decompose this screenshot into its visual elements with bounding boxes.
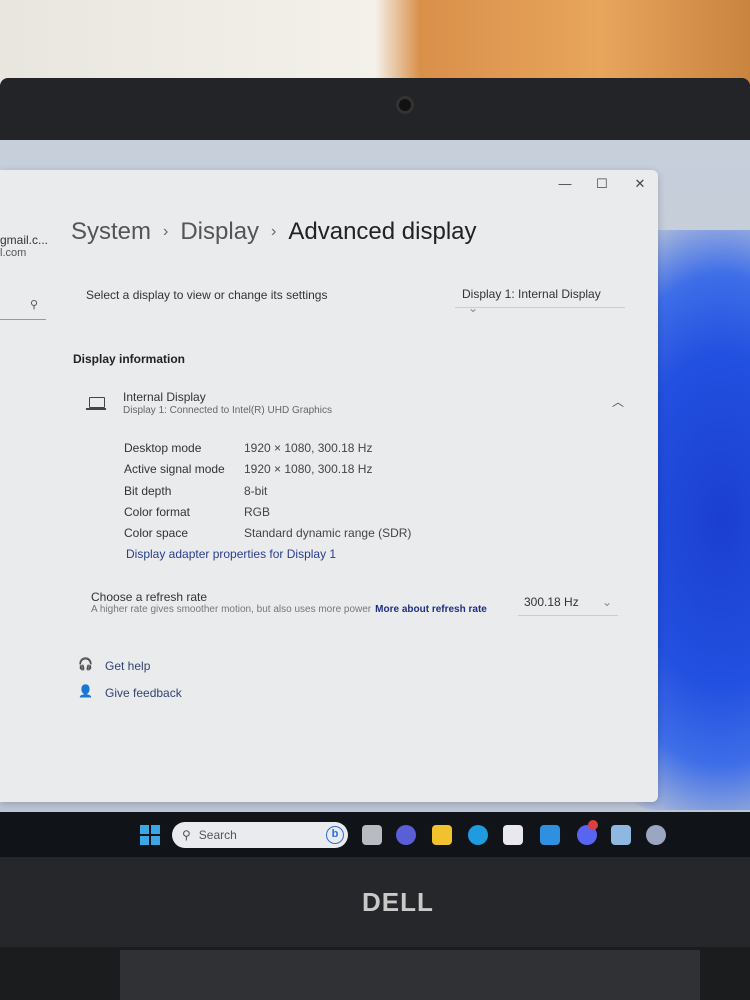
chevron-right-icon: › [271,223,277,240]
refresh-rate-description: A higher rate gives smoother motion, but… [91,604,372,615]
info-label: Color format [124,505,191,519]
display-name[interactable]: Internal Display [123,390,206,404]
adapter-properties-link[interactable]: Display adapter properties for Display 1 [126,547,336,561]
info-label: Desktop mode [124,441,202,455]
close-button[interactable]: ✕ [628,176,652,192]
laptop-base [120,950,700,1000]
give-feedback-link[interactable]: Give feedback [105,686,182,700]
info-value: 1920 × 1080, 300.18 Hz [244,441,373,455]
store-icon[interactable] [503,825,523,845]
settings-window [0,170,658,802]
background-photo [0,0,750,85]
info-label: Active signal mode [124,462,225,476]
info-value: 1920 × 1080, 300.18 Hz [244,462,373,476]
laptop-icon [86,397,106,410]
file-explorer-icon[interactable] [432,825,452,845]
breadcrumb-display[interactable]: Display [180,218,259,246]
refresh-rate-dropdown[interactable]: 300.18 Hz ⌄ [518,590,618,616]
dell-logo: DELL [362,887,434,917]
help-icon: 🎧 [78,657,93,671]
section-heading: Display information [73,352,186,366]
sidebar-search-input[interactable]: ⚲ [0,290,46,320]
edge-icon[interactable] [468,825,488,845]
windows-start-icon[interactable] [140,825,160,845]
search-icon: ⚲ [182,828,191,842]
task-view-icon[interactable] [362,825,382,845]
refresh-rate-link[interactable]: More about refresh rate [375,604,487,615]
breadcrumb-system[interactable]: System [71,218,151,246]
minimize-button[interactable]: — [553,176,577,191]
chevron-down-icon: ⌄ [468,301,479,315]
get-help-link[interactable]: Get help [105,659,150,673]
display-dropdown[interactable]: Display 1: Internal Display ⌄ [455,280,625,315]
laptop-bezel [0,78,750,148]
teams-icon[interactable] [396,825,416,845]
task-manager-icon[interactable] [611,825,631,845]
account-email-2: l.com [0,247,27,259]
feedback-icon: 👤 [78,684,93,698]
refresh-rate-description-row: A higher rate gives smoother motion, but… [91,604,487,615]
account-email: gmail.c... [0,233,49,247]
refresh-rate-value: 300.18 Hz [524,595,579,609]
page-title: Advanced display [288,218,477,245]
chevron-up-icon[interactable]: ︿ [612,393,624,410]
refresh-rate-label: Choose a refresh rate [91,590,208,604]
taskbar-search[interactable]: ⚲ Search b [172,822,348,848]
taskbar-search-placeholder: Search [198,828,237,842]
chevron-right-icon: › [163,223,169,240]
display-select-label: Select a display to view or change its s… [86,288,328,302]
breadcrumb: System › Display › Advanced display [71,218,477,246]
display-dropdown-value: Display 1: Internal Display [462,287,601,301]
chevron-down-icon: ⌄ [601,595,612,609]
info-label: Bit depth [124,484,172,498]
mail-icon[interactable] [540,825,560,845]
info-label: Color space [124,526,189,540]
settings-icon[interactable] [646,825,666,845]
notification-badge [588,820,598,830]
search-icon: ⚲ [29,299,38,311]
webcam [396,96,414,114]
bing-icon[interactable]: b [326,826,344,844]
info-value: Standard dynamic range (SDR) [244,526,412,540]
maximize-button[interactable]: ☐ [590,176,614,192]
info-value: RGB [244,505,271,519]
display-subtitle: Display 1: Connected to Intel(R) UHD Gra… [123,405,332,416]
info-value: 8-bit [244,484,268,498]
